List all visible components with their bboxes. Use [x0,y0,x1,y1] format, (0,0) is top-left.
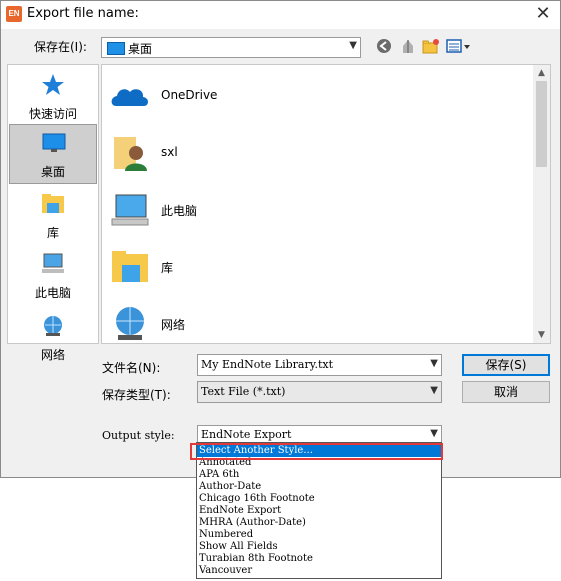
dropdown-option[interactable]: MHRA (Author-Date) [197,517,441,529]
vertical-scrollbar[interactable]: ▲ ▼ [533,65,550,343]
computer-icon [42,253,64,273]
highlight-box [190,443,443,460]
filename-value: My EndNote Library.txt [201,358,334,371]
item-label: sxl [161,145,178,159]
list-item-library[interactable]: 库 [110,242,510,292]
filetype-select[interactable]: Text File (*.txt) ▼ [197,381,442,403]
place-quick-access[interactable]: 快速访问 [9,67,97,125]
item-label: OneDrive [161,88,218,102]
scroll-down-icon[interactable]: ▼ [533,327,550,343]
dropdown-option[interactable]: EndNote Export [197,505,441,517]
scroll-up-icon[interactable]: ▲ [533,65,550,81]
view-menu-button[interactable] [446,37,472,55]
lookin-value: 桌面 [128,42,153,56]
new-folder-button[interactable] [422,37,440,55]
user-folder-icon [114,137,147,171]
title-bar: EN Export file name: ✕ [1,1,560,29]
output-style-dropdown: Select Another Style... Annotated APA 6t… [196,442,442,579]
lookin-label: 保存在(I): [34,40,87,54]
save-button[interactable]: 保存(S) [462,354,550,376]
library-icon [42,194,64,213]
desktop-folder-icon [107,42,125,55]
dropdown-option[interactable]: APA 6th [197,469,441,481]
computer-icon [111,194,149,226]
network-icon [44,316,62,336]
scrollbar-thumb[interactable] [536,81,547,167]
close-button[interactable]: ✕ [526,1,560,29]
list-item-sxl[interactable]: sxl [110,128,510,178]
network-icon [116,307,144,340]
filename-label: 文件名(N): [102,361,161,375]
chevron-down-icon: ▼ [430,428,438,439]
chevron-down-icon: ▼ [430,358,438,369]
dropdown-option[interactable]: Chicago 16th Footnote [197,493,441,505]
back-button[interactable] [375,37,393,55]
star-icon [42,74,64,95]
dropdown-option[interactable]: Turabian 8th Footnote [197,553,441,565]
filename-input[interactable]: My EndNote Library.txt ▼ [197,354,442,376]
place-label: 此电脑 [34,286,71,300]
desktop-icon [42,133,66,152]
place-label: 网络 [40,348,65,362]
filetype-value: Text File (*.txt) [201,385,286,398]
library-icon [112,251,148,282]
dropdown-option[interactable]: Author-Date [197,481,441,493]
endnote-app-icon: EN [6,6,22,22]
dropdown-option[interactable]: Vancouver [197,565,441,577]
output-style-value: EndNote Export [201,428,292,441]
up-folder-button[interactable] [399,37,417,55]
lookin-combo[interactable]: 桌面 ▼ [101,37,361,58]
place-this-pc[interactable]: 此电脑 [9,246,97,304]
place-label: 快速访问 [28,107,77,121]
item-label: 网络 [161,318,186,332]
window-title: Export file name: [27,6,139,21]
filetype-label: 保存类型(T): [102,388,171,402]
place-desktop[interactable]: 桌面 [9,124,97,184]
place-network[interactable]: 网络 [9,308,97,366]
output-style-label: Output style: [102,429,175,442]
export-dialog: EN Export file name: ✕ 保存在(I): 桌面 ▼ 快速访问… [0,0,561,478]
place-library[interactable]: 库 [9,186,97,244]
places-sidebar: 快速访问 桌面 库 此电脑 网络 [7,64,99,362]
dropdown-option[interactable]: Show All Fields [197,541,441,553]
list-item-onedrive[interactable]: OneDrive [110,71,510,121]
cancel-button[interactable]: 取消 [462,381,550,403]
item-label: 库 [161,261,174,275]
place-label: 桌面 [40,165,65,179]
item-label: 此电脑 [161,204,198,218]
chevron-down-icon: ▼ [349,40,357,51]
list-item-network[interactable]: 网络 [110,299,510,349]
dropdown-option[interactable]: Numbered [197,529,441,541]
chevron-down-icon: ▼ [430,385,438,396]
onedrive-icon [111,89,148,106]
place-label: 库 [46,226,59,240]
file-list[interactable]: OneDrive sxl 此电脑 库 网络 ▲ ▼ [101,64,551,344]
list-item-this-pc[interactable]: 此电脑 [110,185,510,235]
